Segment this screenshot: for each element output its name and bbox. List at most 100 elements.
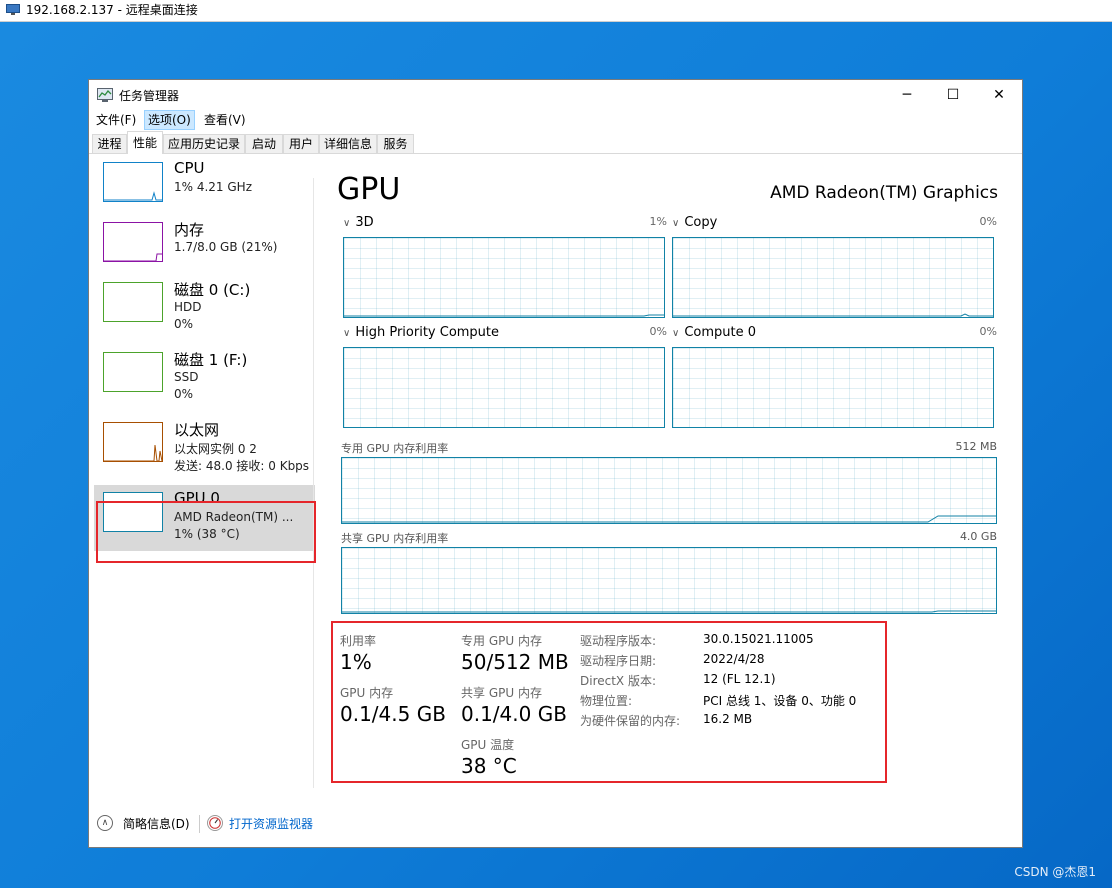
cpu-thumbnail-line (104, 191, 162, 201)
chevron-down-icon: ∨ (343, 218, 351, 229)
cpu-thumbnail-graph (103, 162, 163, 202)
sidebar-item-detail: 1% 4.21 GHz (174, 180, 253, 194)
driver-version-label: 驱动程序版本: (580, 634, 657, 648)
minimize-button[interactable]: ─ (884, 80, 930, 110)
remote-desktop-title: 192.168.2.137 - 远程桌面连接 (26, 3, 198, 17)
sidebar-item-usage: 0% (174, 317, 194, 331)
tab-users[interactable]: 用户 (283, 134, 319, 153)
remote-desktop-icon (6, 4, 20, 15)
utilization-value: 1% (340, 650, 372, 674)
shared-memory-label: 共享 GPU 内存利用率 (341, 532, 449, 545)
sidebar-item-cpu[interactable]: CPU 1% 4.21 GHz (94, 155, 315, 221)
menu-file[interactable]: 文件(F) (93, 111, 139, 129)
sidebar-item-ethernet[interactable]: 以太网 以太网实例 0 2 发送: 48.0 接收: 0 Kbps (94, 415, 315, 481)
sidebar-item-memory[interactable]: 内存 1.7/8.0 GB (21%) (94, 215, 315, 281)
engine-label: Compute 0 (684, 325, 757, 340)
engine-graph-copy (672, 237, 994, 318)
dedicated-memory-line (342, 515, 996, 523)
sidebar-item-name: 内存 (174, 221, 205, 239)
dedicated-memory-capacity: 512 MB (955, 440, 997, 453)
ethernet-thumbnail-line (104, 444, 163, 462)
sidebar-item-name: GPU 0 (174, 489, 220, 507)
shared-memory-graph (341, 547, 997, 614)
footer-bar: ∧ 简略信息(D) 打开资源监视器 (89, 805, 1022, 847)
menu-view[interactable]: 查看(V) (201, 111, 249, 129)
sidebar-item-gpu-0[interactable]: GPU 0 AMD Radeon(TM) ... 1% (38 °C) (94, 485, 315, 551)
sidebar-item-disk-0[interactable]: 磁盘 0 (C:) HDD 0% (94, 275, 315, 341)
sidebar-item-name: CPU (174, 159, 205, 177)
engine-percent: 0% (649, 325, 667, 338)
dedicated-gpu-memory-value: 50/512 MB (461, 650, 569, 674)
open-resource-monitor-link[interactable]: 打开资源监视器 (229, 815, 313, 832)
tab-details[interactable]: 详细信息 (319, 134, 377, 153)
gpu-thumbnail-graph (103, 492, 163, 532)
dedicated-memory-label: 专用 GPU 内存利用率 (341, 442, 449, 455)
tab-bar: 进程 性能 应用历史记录 启动 用户 详细信息 服务 (89, 130, 1022, 154)
utilization-label: 利用率 (340, 634, 377, 648)
sidebar-item-name: 磁盘 0 (C:) (174, 281, 251, 299)
sidebar-item-traffic: 发送: 48.0 接收: 0 Kbps (174, 459, 310, 473)
sidebar-item-usage: 0% (174, 387, 194, 401)
hardware-reserved-memory-value: 16.2 MB (703, 712, 753, 726)
sidebar-item-disk-1[interactable]: 磁盘 1 (F:) SSD 0% (94, 345, 315, 411)
remote-desktop-titlebar: 192.168.2.137 - 远程桌面连接 (0, 0, 1112, 22)
menu-options[interactable]: 选项(O) (144, 110, 195, 130)
footer-separator (199, 815, 200, 833)
sidebar-divider (313, 178, 314, 788)
task-manager-window: 任务管理器 ─ ☐ ✕ 文件(F) 选项(O) 查看(V) 进程 性能 应用历史… (88, 79, 1023, 848)
disk1-thumbnail-graph (103, 352, 163, 392)
performance-sidebar: CPU 1% 4.21 GHz 内存 1.7/8.0 GB (21%) 磁盘 0… (89, 155, 315, 805)
physical-location-label: 物理位置: (580, 694, 633, 708)
close-button[interactable]: ✕ (976, 80, 1022, 110)
chevron-down-icon: ∨ (672, 328, 680, 339)
driver-date-value: 2022/4/28 (703, 652, 765, 666)
menu-bar: 文件(F) 选项(O) 查看(V) (89, 110, 1022, 130)
engine-selector-copy[interactable]: ∨ Copy (672, 215, 717, 230)
directx-version-value: 12 (FL 12.1) (703, 672, 776, 686)
physical-location-value: PCI 总线 1、设备 0、功能 0 (703, 694, 857, 708)
watermark: CSDN @杰恩1 (1014, 865, 1096, 879)
tab-performance[interactable]: 性能 (127, 131, 163, 154)
sidebar-item-detail: 1.7/8.0 GB (21%) (174, 240, 278, 254)
window-title: 任务管理器 (119, 89, 180, 103)
window-titlebar[interactable]: 任务管理器 ─ ☐ ✕ (89, 80, 1022, 110)
sidebar-item-detail: HDD (174, 300, 202, 314)
sidebar-item-name: 磁盘 1 (F:) (174, 351, 248, 369)
disk0-thumbnail-graph (103, 282, 163, 322)
engine-selector-compute-0[interactable]: ∨ Compute 0 (672, 325, 756, 340)
engine-selector-3d[interactable]: ∨ 3D (343, 215, 374, 230)
engine-percent: 1% (649, 215, 667, 228)
engine-label: High Priority Compute (355, 325, 500, 340)
task-manager-icon (97, 88, 113, 102)
engine-percent: 0% (979, 215, 997, 228)
sidebar-item-detail: AMD Radeon(TM) ... (174, 510, 294, 524)
fewer-details-label: 简略信息(D) (123, 817, 190, 831)
shared-memory-line (342, 610, 996, 613)
page-title: GPU (337, 172, 401, 207)
sidebar-item-detail: 以太网实例 0 2 (174, 442, 257, 456)
shared-gpu-memory-label: 共享 GPU 内存 (461, 686, 542, 700)
maximize-button[interactable]: ☐ (930, 80, 976, 110)
tab-services[interactable]: 服务 (377, 134, 414, 153)
sidebar-item-usage: 1% (38 °C) (174, 527, 240, 541)
tab-startup[interactable]: 启动 (245, 134, 283, 153)
engine-percent: 0% (979, 325, 997, 338)
gpu-memory-label: GPU 内存 (340, 686, 394, 700)
directx-version-label: DirectX 版本: (580, 674, 657, 688)
gpu-temperature-label: GPU 温度 (461, 738, 515, 752)
dedicated-memory-graph (341, 457, 997, 524)
sidebar-item-detail: SSD (174, 370, 199, 384)
tab-processes[interactable]: 进程 (92, 134, 127, 153)
memory-thumbnail-line (104, 253, 162, 262)
engine-graph-high-priority-compute (343, 347, 665, 428)
engine-selector-high-priority-compute[interactable]: ∨ High Priority Compute (343, 325, 499, 340)
memory-thumbnail-graph (103, 222, 163, 262)
chevron-down-icon: ∨ (343, 328, 351, 339)
engine-label: 3D (355, 215, 374, 230)
engine-graph-3d (343, 237, 665, 318)
chevron-up-icon: ∧ (97, 815, 113, 831)
graph-copy-line (673, 313, 993, 317)
shared-memory-capacity: 4.0 GB (959, 530, 997, 543)
tab-app-history[interactable]: 应用历史记录 (163, 134, 245, 153)
chevron-down-icon: ∨ (672, 218, 680, 229)
